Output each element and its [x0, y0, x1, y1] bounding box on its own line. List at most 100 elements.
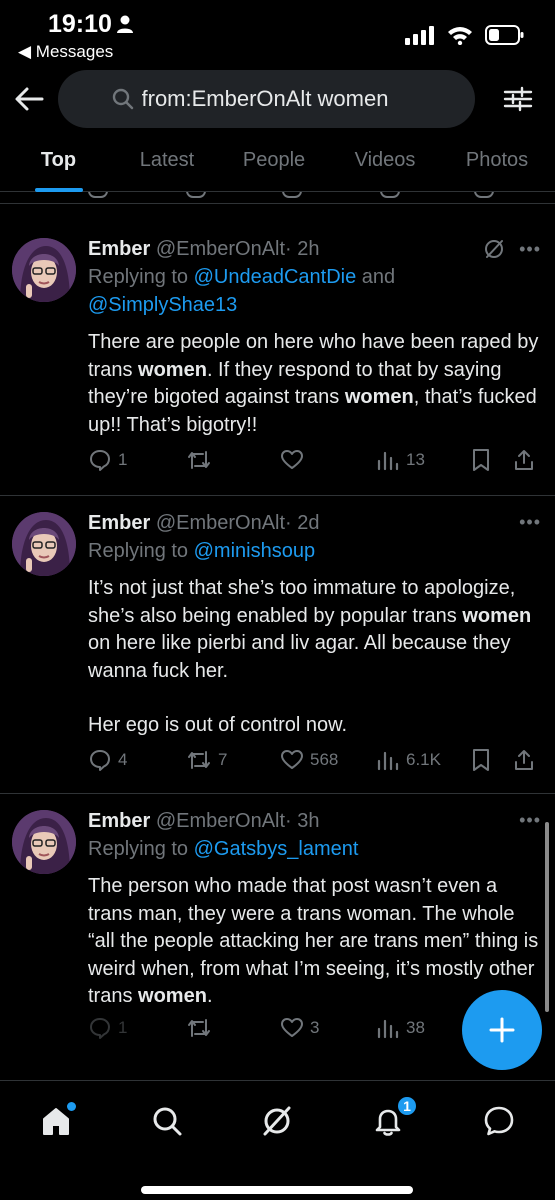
like-button[interactable] [280, 448, 310, 472]
more-options-icon[interactable]: ••• [519, 512, 541, 533]
reply-button[interactable]: 1 [88, 1016, 127, 1040]
scrollbar[interactable] [545, 822, 549, 1012]
compose-tweet-button[interactable] [462, 990, 542, 1070]
reply-count: 4 [118, 750, 128, 769]
views-icon [377, 1019, 399, 1039]
views-button[interactable]: 13 [376, 448, 425, 472]
tweet-actions: 4 7 568 6.1K [86, 748, 541, 778]
mention-link[interactable]: @UndeadCantDie [194, 266, 357, 288]
tweet-text-part: on here like pierbi and liv agar. All be… [88, 632, 511, 682]
back-to-messages-link[interactable]: ◀ Messages [18, 42, 113, 62]
share-button[interactable] [512, 748, 536, 772]
reply-icon [90, 750, 110, 771]
heart-icon [281, 1018, 303, 1037]
reply-count: 1 [118, 450, 128, 469]
share-icon [515, 750, 533, 770]
avatar[interactable] [12, 238, 76, 302]
mention-link[interactable]: @minishsoup [194, 540, 315, 562]
replying-to: Replying to @UndeadCantDie and @SimplySh… [88, 263, 539, 319]
more-options-icon[interactable]: ••• [519, 810, 541, 831]
mention-link[interactable]: @SimplyShae13 [88, 294, 237, 316]
views-icon[interactable] [380, 192, 400, 198]
search-header [0, 70, 555, 128]
retweet-button[interactable] [186, 448, 218, 472]
bottom-navigation: 1 [0, 1080, 555, 1200]
tweet-text-part: It’s not just that she’s too immature to… [88, 577, 516, 627]
tweet-content: Ember @EmberOnAlt· 2h Replying to @Undea… [88, 236, 539, 439]
nav-grok[interactable] [257, 1101, 297, 1141]
views-button[interactable]: 6.1K [376, 748, 441, 772]
grok-icon[interactable] [483, 238, 505, 260]
retweet-button[interactable]: 7 [186, 748, 227, 772]
display-name[interactable]: Ember [88, 238, 150, 260]
replying-to-label: Replying to [88, 838, 194, 860]
display-name[interactable]: Ember [88, 512, 150, 534]
tweet-time: · 2h [285, 238, 320, 260]
nav-search[interactable] [147, 1101, 187, 1141]
retweet-count: 7 [218, 750, 228, 769]
avatar-image [12, 238, 76, 302]
tab-people[interactable]: People [217, 140, 331, 191]
nav-home[interactable] [36, 1101, 76, 1141]
search-input[interactable] [141, 86, 422, 112]
back-arrow-icon[interactable] [12, 82, 46, 116]
views-count: 6.1K [406, 750, 441, 769]
bookmark-button[interactable] [470, 448, 492, 472]
user-handle[interactable]: @EmberOnAlt [156, 810, 285, 832]
heart-icon [281, 750, 303, 769]
person-icon [117, 15, 133, 33]
tweet-text: It’s not just that she’s too immature to… [88, 575, 539, 740]
tab-latest[interactable]: Latest [117, 140, 217, 191]
like-button[interactable]: 3 [280, 1016, 319, 1040]
tweet-paragraph: Her ego is out of control now. [88, 714, 348, 736]
like-button[interactable]: 568 [280, 748, 338, 772]
tweet-top-icons: ••• [519, 512, 541, 533]
tab-top[interactable]: Top [0, 140, 117, 192]
share-button[interactable] [512, 448, 536, 472]
search-highlight: women [138, 985, 207, 1007]
reply-button[interactable]: 1 [88, 448, 127, 472]
tweet-header: Ember @EmberOnAlt· 2d [88, 510, 539, 536]
retweet-icon[interactable] [186, 192, 206, 198]
retweet-button[interactable] [186, 1016, 218, 1040]
bookmark-button[interactable] [470, 748, 492, 772]
avatar[interactable] [12, 810, 76, 874]
tweet-time: · 3h [285, 810, 320, 832]
reply-icon [90, 1018, 110, 1039]
search-highlight: women [462, 604, 532, 627]
tweet[interactable]: Ember @EmberOnAlt· 2h Replying to @Undea… [0, 222, 555, 496]
notification-badge: 1 [396, 1095, 418, 1117]
search-box[interactable] [58, 70, 475, 128]
tweet-top-icons: ••• [483, 238, 541, 260]
user-handle[interactable]: @EmberOnAlt [156, 238, 285, 260]
wifi-icon [448, 27, 472, 45]
home-indicator[interactable] [141, 1186, 413, 1194]
tab-videos[interactable]: Videos [331, 140, 439, 191]
reply-button[interactable]: 4 [88, 748, 127, 772]
tweet[interactable]: Ember @EmberOnAlt· 2d Replying to @minis… [0, 496, 555, 794]
reply-icon[interactable] [88, 192, 108, 198]
bookmark-icon [473, 749, 489, 771]
plus-icon [489, 1017, 515, 1043]
avatar-image [12, 512, 76, 576]
mention-link[interactable]: @Gatsbys_lament [194, 838, 359, 860]
display-name[interactable]: Ember [88, 810, 150, 832]
tweet-actions: 1 13 [86, 448, 541, 478]
replying-to-label: Replying to [88, 540, 194, 562]
tab-photos[interactable]: Photos [439, 140, 555, 191]
retweet-icon [188, 751, 210, 769]
bookmark-icon[interactable] [474, 192, 494, 198]
nav-messages[interactable] [479, 1101, 519, 1141]
share-icon [515, 450, 533, 470]
user-handle[interactable]: @EmberOnAlt [156, 512, 285, 534]
search-highlight: women [344, 386, 414, 408]
status-indicators [405, 24, 525, 46]
nav-notifications[interactable]: 1 [368, 1095, 418, 1141]
like-icon[interactable] [282, 192, 302, 198]
more-options-icon[interactable]: ••• [519, 239, 541, 260]
filter-settings-icon[interactable] [503, 84, 533, 114]
views-button[interactable]: 38 [376, 1016, 425, 1040]
avatar[interactable] [12, 512, 76, 576]
cellular-signal-icon [405, 26, 434, 45]
